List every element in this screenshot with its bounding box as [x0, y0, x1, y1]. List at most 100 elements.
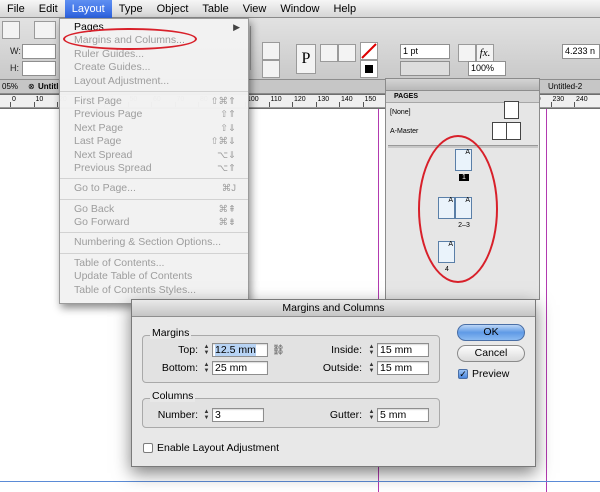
fill-swatch-icon[interactable] — [360, 42, 378, 60]
top-input[interactable]: 12.5 mm — [212, 343, 268, 357]
chain-link-icon[interactable]: ⛓ — [272, 345, 285, 356]
menu-table[interactable]: Table — [195, 0, 235, 18]
menu-file[interactable]: File — [0, 0, 32, 18]
ruler-tick — [33, 102, 35, 107]
document-tab[interactable]: Untitl — [38, 82, 58, 91]
menu-item-layout-adjustment[interactable]: Layout Adjustment... — [60, 75, 248, 88]
menu-item-pages[interactable]: Pages ▶ — [60, 21, 248, 34]
ruler-number: 0 — [12, 96, 16, 103]
bottom-stepper[interactable]: ▲ ▼ — [202, 362, 211, 375]
menu-item-margins-and-columns[interactable]: Margins and Columns... — [60, 34, 248, 47]
fx-icon[interactable]: fx. — [476, 44, 494, 62]
page-thumb-2[interactable]: A — [438, 197, 455, 219]
reference-point-icon[interactable] — [2, 21, 20, 39]
bottom-label: Bottom: — [161, 362, 198, 374]
ok-button[interactable]: OK — [457, 324, 525, 341]
menu-item-ruler-guides[interactable]: Ruler Guides... — [60, 48, 248, 61]
columns-group-label: Columns — [150, 390, 196, 402]
panel-divider[interactable] — [388, 145, 538, 148]
menu-item-go-forward[interactable]: Go Forward ⌘⇟ — [60, 216, 248, 229]
height-input[interactable] — [22, 61, 56, 76]
inside-stepper[interactable]: ▲ ▼ — [367, 344, 376, 357]
menu-shortcut: ⌘⇟ — [218, 217, 236, 229]
preview-checkbox[interactable]: ✓ — [458, 369, 468, 379]
menu-divider — [60, 198, 248, 200]
pages-panel-titlebar[interactable] — [386, 79, 539, 91]
menu-item-first-page[interactable]: First Page ⇧⌘⇑ — [60, 95, 248, 108]
text-frame-icon[interactable]: P — [296, 44, 316, 74]
menu-layout[interactable]: Layout — [64, 0, 112, 18]
number-input[interactable]: 3 — [212, 408, 264, 422]
menu-item-table-of-contents-styles[interactable]: Table of Contents Styles... — [60, 284, 248, 297]
top-label: Top: — [178, 344, 198, 356]
inside-input[interactable]: 15 mm — [377, 343, 429, 357]
enable-layout-checkbox[interactable] — [143, 443, 153, 453]
enable-layout-label[interactable]: Enable Layout Adjustment — [157, 442, 279, 454]
a-master-thumb-right[interactable] — [506, 122, 521, 140]
ruler-tick — [362, 102, 364, 107]
select-container-icon[interactable] — [320, 44, 338, 62]
menu-window[interactable]: Window — [273, 0, 326, 18]
width-input[interactable] — [22, 44, 56, 59]
a-master-label[interactable]: A-Master — [390, 128, 418, 135]
none-master-label[interactable]: [None] — [390, 109, 411, 116]
menu-item-go-back[interactable]: Go Back ⌘⇞ — [60, 203, 248, 216]
menu-item-update-table-of-contents[interactable]: Update Table of Contents — [60, 270, 248, 283]
menu-item-next-spread[interactable]: Next Spread ⌥⇓ — [60, 149, 248, 162]
menu-item-create-guides[interactable]: Create Guides... — [60, 61, 248, 74]
opacity-input[interactable]: 100% — [468, 61, 506, 76]
menu-item-table-of-contents[interactable]: Table of Contents... — [60, 257, 248, 270]
zoom-readout: 05% — [2, 82, 19, 91]
preview-label[interactable]: Preview — [472, 368, 509, 380]
menu-shortcut: ⌘⇞ — [218, 203, 236, 215]
ruler-number: 130 — [317, 96, 330, 103]
bottom-input[interactable]: 25 mm — [212, 361, 268, 375]
menu-type[interactable]: Type — [112, 0, 150, 18]
measure-input[interactable]: 4.233 n — [562, 44, 600, 59]
document-tab-2[interactable]: Untitled-2 — [548, 82, 582, 91]
outside-stepper[interactable]: ▲ ▼ — [367, 362, 376, 375]
outside-label: Outside: — [322, 362, 362, 374]
menu-edit[interactable]: Edit — [32, 0, 65, 18]
menu-item-next-page[interactable]: Next Page ⇧⇓ — [60, 122, 248, 135]
ruler-number: 10 — [35, 96, 44, 103]
select-content-icon[interactable] — [338, 44, 356, 62]
stroke-swatch-icon[interactable] — [360, 60, 378, 78]
page-thumb-4[interactable]: A — [438, 241, 455, 263]
ruler-number: 150 — [364, 96, 377, 103]
dialog-title[interactable]: Margins and Columns — [132, 300, 535, 317]
menu-help[interactable]: Help — [326, 0, 363, 18]
menu-view[interactable]: View — [236, 0, 274, 18]
gutter-input[interactable]: 5 mm — [377, 408, 429, 422]
cancel-button[interactable]: Cancel — [457, 345, 525, 362]
menu-shortcut: ⇧⌘⇑ — [210, 95, 236, 107]
ruler-tick — [10, 102, 11, 107]
outside-input[interactable]: 15 mm — [377, 361, 429, 375]
menu-item-previous-page[interactable]: Previous Page ⇧⇑ — [60, 108, 248, 121]
effects-icon[interactable] — [458, 44, 476, 62]
stroke-type-select[interactable] — [400, 61, 450, 76]
column-guide — [0, 481, 600, 482]
stroke-weight-input[interactable]: 1 pt — [400, 44, 450, 59]
menu-divider — [60, 90, 248, 92]
a-master-thumb-left[interactable] — [492, 122, 507, 140]
top-stepper[interactable]: ▲ ▼ — [202, 344, 211, 357]
inside-label: Inside: — [331, 344, 362, 356]
close-tab-icon[interactable]: ⊗ — [28, 82, 35, 91]
page-thumb-3[interactable]: A — [455, 197, 472, 219]
page-thumb-1[interactable]: A — [455, 149, 472, 171]
flip-vertical-icon[interactable] — [262, 60, 280, 78]
menu-item-last-page[interactable]: Last Page ⇧⌘⇓ — [60, 135, 248, 148]
menu-object[interactable]: Object — [150, 0, 196, 18]
none-master-thumb[interactable] — [504, 101, 519, 119]
menu-shortcut: ⇧⇑ — [220, 109, 236, 121]
menu-item-numbering-section-options[interactable]: Numbering & Section Options... — [60, 236, 248, 249]
menu-item-label: Create Guides... — [74, 61, 151, 74]
menu-item-previous-spread[interactable]: Previous Spread ⌥⇑ — [60, 162, 248, 175]
gutter-stepper[interactable]: ▲ ▼ — [367, 409, 376, 422]
menu-divider — [60, 252, 248, 254]
flip-horizontal-icon[interactable] — [262, 42, 280, 60]
number-stepper[interactable]: ▲ ▼ — [202, 409, 211, 422]
frame-options-icon[interactable] — [34, 21, 56, 39]
menu-item-go-to-page[interactable]: Go to Page... ⌘J — [60, 182, 248, 195]
